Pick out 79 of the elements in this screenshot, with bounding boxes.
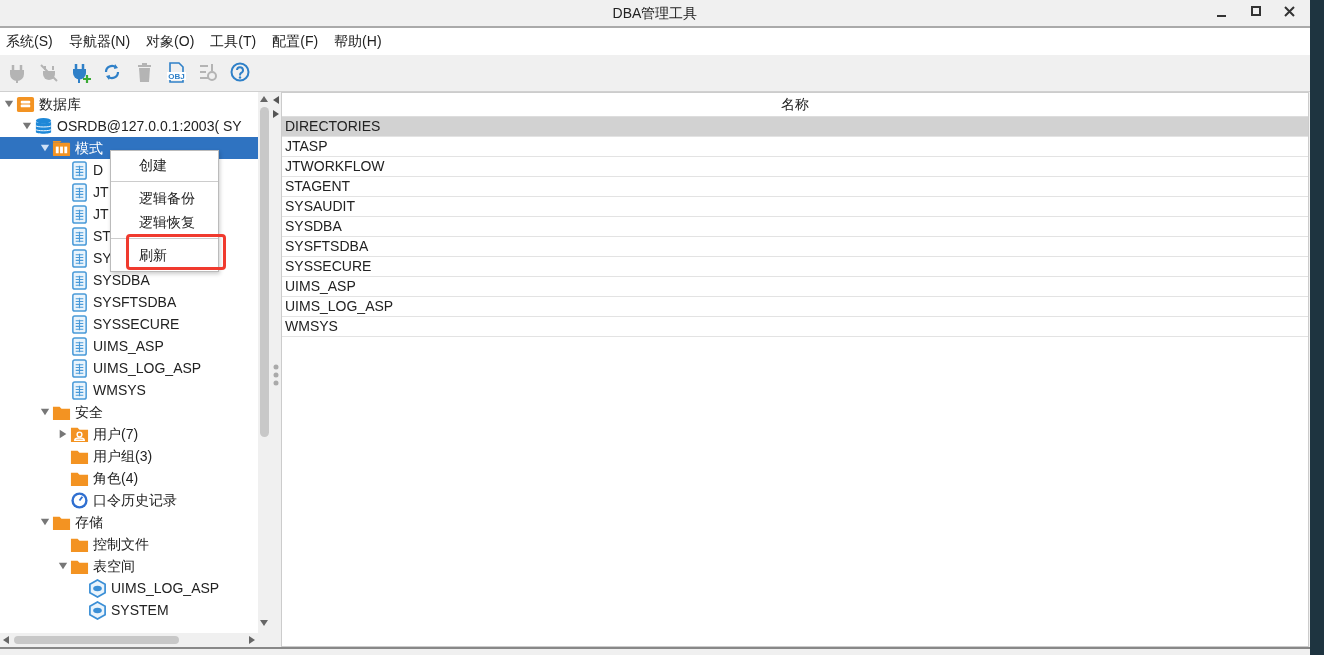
document-icon (70, 204, 89, 224)
table-row[interactable]: WMSYS (282, 317, 1308, 337)
menu-item[interactable]: 配置(F) (272, 31, 319, 52)
tree-item[interactable]: OSRDB@127.0.0.1:2003( SY (57, 115, 242, 137)
tablespace-icon (88, 600, 107, 620)
expand-arrow-icon[interactable] (4, 99, 14, 109)
table-row[interactable]: JTASP (282, 137, 1308, 157)
document-icon (70, 270, 89, 290)
document-icon (70, 248, 89, 268)
document-icon (70, 380, 89, 400)
tree-item[interactable]: SYSDBA (93, 269, 150, 291)
tree-item[interactable]: 用户组(3) (93, 445, 153, 467)
tree-item[interactable]: JT (93, 203, 109, 225)
document-icon (70, 226, 89, 246)
menu-item[interactable]: 系统(S) (6, 31, 53, 52)
menu-item[interactable]: 逻辑备份 (111, 186, 218, 210)
tree-item[interactable]: UIMS_ASP (93, 335, 164, 357)
table-row[interactable]: UIMS_LOG_ASP (282, 297, 1308, 317)
tree-item[interactable]: SYSTEM (111, 599, 169, 621)
tree-item[interactable]: 存储 (75, 511, 103, 533)
clock-icon (70, 490, 89, 510)
plug-add-icon[interactable] (70, 62, 92, 84)
tablespace-icon (88, 578, 107, 598)
table-row[interactable]: SYSSECURE (282, 257, 1308, 277)
document-icon (70, 292, 89, 312)
tree-item[interactable]: UIMS_LOG_ASP (93, 357, 202, 379)
menu-item[interactable]: 创建 (111, 153, 218, 177)
tree-item[interactable]: 口令历史记录 (93, 489, 177, 511)
expand-arrow-icon[interactable] (40, 143, 50, 153)
window-title: DBA管理工具 (612, 3, 698, 23)
table-row[interactable]: STAGENT (282, 177, 1308, 197)
tree-item[interactable]: 角色(4) (93, 467, 139, 489)
menu-item[interactable]: 刷新 (111, 243, 218, 267)
help-icon[interactable] (230, 62, 252, 84)
document-icon (70, 314, 89, 334)
schema-icon (52, 138, 71, 158)
menu-item[interactable]: 对象(O) (146, 31, 195, 52)
tree-item[interactable]: 控制文件 (93, 533, 149, 555)
menu-item[interactable]: 帮助(H) (334, 31, 382, 52)
scrollbar-thumb[interactable] (259, 107, 269, 437)
table-row[interactable]: JTWORKFLOW (282, 157, 1308, 177)
menu-item[interactable]: 工具(T) (210, 31, 257, 52)
tree-item[interactable]: SYSFTSDBA (93, 291, 177, 313)
scrollbar-thumb[interactable] (14, 636, 179, 644)
table-row[interactable]: SYSDBA (282, 217, 1308, 237)
tree-item[interactable]: 用户(7) (93, 423, 139, 445)
document-icon (70, 160, 89, 180)
tree-item[interactable]: 安全 (75, 401, 103, 423)
scroll-up-icon[interactable] (259, 95, 269, 103)
document-icon (70, 358, 89, 378)
table-row[interactable]: DIRECTORIES (282, 117, 1308, 137)
splitter-grip-icon[interactable] (272, 364, 279, 386)
document-icon (70, 182, 89, 202)
tree-item[interactable]: ST (93, 225, 111, 247)
tree-item[interactable]: SYSSECURE (93, 313, 180, 335)
tree-item[interactable]: 模式 (75, 137, 103, 159)
scroll-down-icon[interactable] (259, 619, 269, 627)
database-icon (34, 116, 53, 136)
expand-arrow-icon[interactable] (58, 561, 68, 571)
expand-arrow-icon[interactable] (40, 517, 50, 527)
document-icon (70, 336, 89, 356)
menu-item[interactable]: 逻辑恢复 (111, 210, 218, 234)
tree-item[interactable]: JT (93, 181, 109, 203)
tree-item[interactable]: 表空间 (93, 555, 135, 577)
expand-arrow-icon[interactable] (40, 407, 50, 417)
expand-arrow-icon[interactable] (22, 121, 32, 131)
scroll-left-icon[interactable] (2, 635, 10, 645)
tree-item[interactable]: SY (93, 247, 112, 269)
menu-item[interactable]: 导航器(N) (68, 31, 131, 52)
table-row[interactable]: UIMS_ASP (282, 277, 1308, 297)
tree-item[interactable]: UIMS_LOG_ASP (111, 577, 220, 599)
tree-item[interactable]: 数据库 (39, 93, 81, 115)
tree-item[interactable]: WMSYS (93, 379, 146, 401)
collapse-arrow-icon[interactable] (58, 429, 68, 439)
scroll-right-icon[interactable] (248, 635, 256, 645)
table-row[interactable]: SYSAUDIT (282, 197, 1308, 217)
column-header[interactable]: 名称 (781, 94, 809, 115)
table-row[interactable]: SYSFTSDBA (282, 237, 1308, 257)
tree-item[interactable]: D (93, 159, 104, 181)
